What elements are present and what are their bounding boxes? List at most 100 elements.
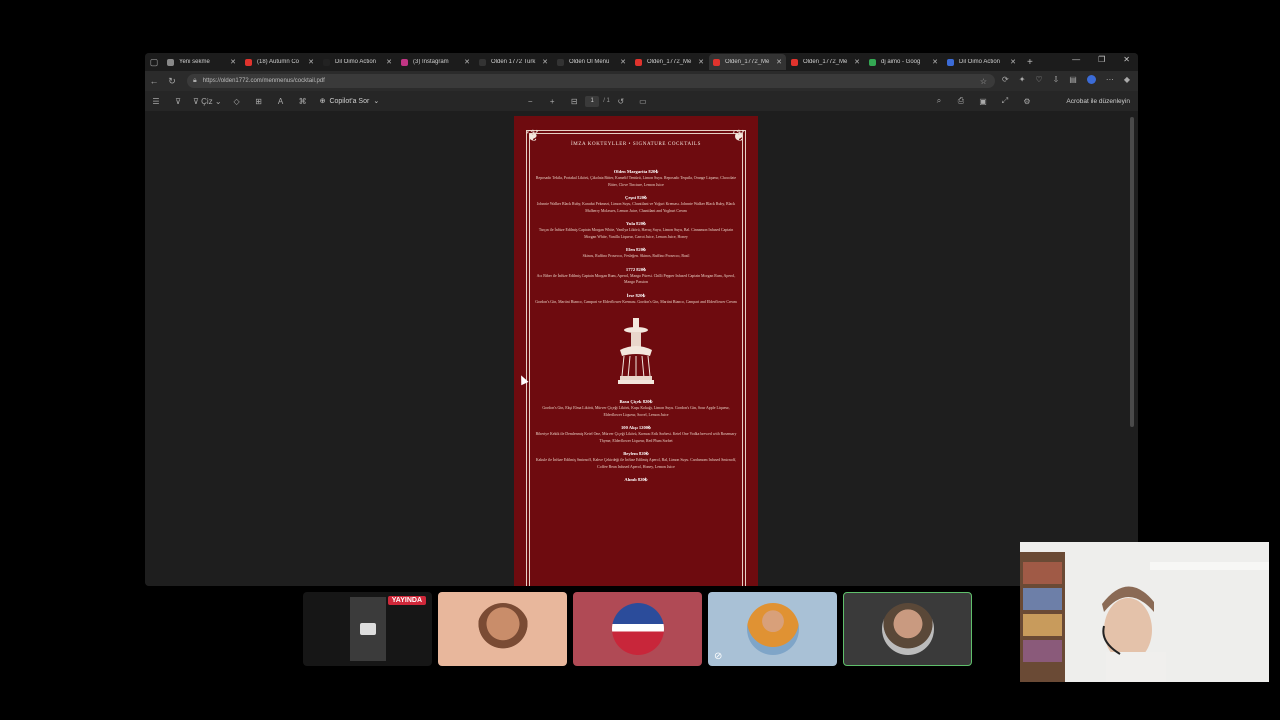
tab-label: Olden Öl Menü (569, 59, 610, 65)
tab-close-icon[interactable]: ✕ (230, 58, 236, 66)
browser-tab[interactable]: (3) Instagram ✕ (397, 54, 474, 70)
fullscreen-icon[interactable]: ⤢ (994, 96, 1016, 106)
pdf-page: ❦ ❦ İMZA KOKTEYLLER • SIGNATURE COCKTAIL… (514, 116, 758, 586)
print-icon[interactable]: ⎙ (950, 96, 972, 106)
tab-close-icon[interactable]: ✕ (620, 58, 626, 66)
erase-icon[interactable]: ◇ (226, 97, 248, 106)
tab-favicon-icon (479, 58, 486, 66)
browser-tab[interactable]: Olden_1772_Me ✕ (631, 54, 708, 70)
tab-close-icon[interactable]: ✕ (542, 58, 548, 66)
tab-close-icon[interactable]: ✕ (464, 58, 470, 66)
vertical-scrollbar[interactable] (1130, 117, 1134, 427)
call-participants: YAYINDA ⊘ (303, 592, 972, 666)
minimize-icon[interactable]: — (1072, 55, 1080, 64)
lock-icon: 🔒︎ (193, 77, 197, 84)
screen-share-tile[interactable]: YAYINDA (303, 592, 432, 666)
url-field[interactable]: 🔒︎ https://olden1772.com/menmenus/cockta… (187, 74, 995, 88)
favorites-icon[interactable]: ♡ (1035, 75, 1042, 84)
tab-close-icon[interactable]: ✕ (776, 58, 782, 66)
fit-page-icon[interactable]: ⊟ (563, 97, 585, 106)
browser-tab[interactable]: Yeni sekme ✕ (163, 54, 240, 70)
page-view-icon[interactable]: ▭ (632, 97, 654, 106)
tab-label: Dil Oimo Action (959, 59, 1001, 65)
read-aloud-icon[interactable]: A (270, 97, 292, 106)
tab-close-icon[interactable]: ✕ (308, 58, 314, 66)
tab-label: dj aimo - Goog (881, 59, 921, 65)
menu-item-description: Gordon's Gin, Martini Bianco, Campari ve… (535, 299, 737, 304)
settings-gear-icon[interactable]: ⚙ (1016, 97, 1038, 106)
menu-item: Yula 820₺ Tarçın ile İnfüze Edilmiş Capta… (534, 221, 738, 240)
tab-favicon-icon (791, 58, 798, 66)
tab-close-icon[interactable]: ✕ (932, 58, 938, 66)
draw-label: Çiz (201, 96, 213, 106)
tab-label: Olden_1772_Me (803, 59, 848, 65)
copilot-button[interactable]: ⊕ Copilot'a Sor ⌄ (319, 97, 380, 106)
search-icon[interactable]: ⌕ (928, 96, 950, 106)
menu-item: Olden Margarita 820₺ Reposado Tekila, Por… (534, 169, 738, 188)
chevron-down-icon: ⌄ (373, 98, 380, 105)
tab-favicon-icon (323, 58, 330, 66)
participant-tile[interactable] (438, 592, 567, 666)
webcam-image (1020, 542, 1269, 682)
refresh-icon[interactable]: ↻ (163, 76, 181, 87)
back-icon[interactable]: ← (145, 76, 163, 86)
tab-close-icon[interactable]: ✕ (1010, 58, 1016, 66)
tab-actions-icon[interactable]: ▢ (145, 53, 163, 71)
participant-tile[interactable]: ⊘ (708, 592, 837, 666)
browser-tab[interactable]: Dil Oimo Action ✕ (319, 54, 396, 70)
browser-tab[interactable]: dj aimo - Goog ✕ (865, 54, 942, 70)
text-icon[interactable]: ⊞ (248, 97, 270, 106)
close-window-icon[interactable]: ✕ (1123, 55, 1130, 64)
copilot-icon[interactable]: ◆ (1124, 75, 1130, 84)
tab-favicon-icon (401, 58, 408, 66)
browser-tab[interactable]: Olden 1772 Turk ✕ (475, 54, 552, 70)
browser-window: ▢ Yeni sekme ✕ (18) Autumn Co ✕ Dil Oimo Act… (145, 53, 1138, 586)
contents-icon[interactable]: ☰ (145, 97, 167, 106)
avatar (476, 603, 529, 655)
tab-close-icon[interactable]: ✕ (698, 58, 704, 66)
collections-icon[interactable]: ▤ (1069, 75, 1077, 84)
page-number-input[interactable]: 1 (585, 95, 600, 107)
acrobat-edit-button[interactable]: Acrobat ile düzenleyin (1066, 98, 1130, 105)
page-total: / 1 (603, 98, 610, 104)
tab-close-icon[interactable]: ✕ (854, 58, 860, 66)
tab-label: (3) Instagram (413, 59, 449, 65)
browser-tab[interactable]: Dil Oimo Action ✕ (943, 54, 1020, 70)
copilot-icon: ⊕ (319, 98, 326, 105)
window-controls: — ❐ ✕ (1072, 55, 1130, 64)
browser-tab[interactable]: (18) Autumn Co ✕ (241, 54, 318, 70)
extension-icon[interactable]: ⟳ (1002, 75, 1009, 84)
rotate-icon[interactable]: ↺ (610, 97, 632, 106)
new-tab-button[interactable]: + (1027, 57, 1033, 68)
pdf-viewer[interactable]: ❦ ❦ İMZA KOKTEYLLER • SIGNATURE COCKTAIL… (145, 111, 1138, 586)
save-icon[interactable]: ▣ (972, 97, 994, 106)
draw-icon[interactable]: ⊽ Çiz ⌄ (189, 97, 226, 106)
tab-bar: ▢ Yeni sekme ✕ (18) Autumn Co ✕ Dil Oimo Act… (145, 53, 1138, 71)
tab-label: Olden 1772 Turk (491, 59, 536, 65)
participant-tile[interactable] (843, 592, 972, 666)
browser-tab[interactable]: Olden_1772_Me ✕ (787, 54, 864, 70)
zoom-out-icon[interactable]: − (519, 97, 541, 106)
extensions-icon[interactable]: ✦ (1019, 75, 1026, 84)
menu-item-description: Tarçın ile İnfüze Edilmiş Captain Morgan… (538, 228, 734, 239)
more-menu-icon[interactable]: ⋯ (1106, 75, 1114, 84)
menu-item-name: Alımlı 820₺ (624, 477, 648, 482)
immersive-reader-icon[interactable]: ⌘ (292, 97, 314, 106)
menu-item: 1772 820₺ Acı Biber ile İnfüze Edilmiş Ca… (534, 267, 738, 286)
downloads-icon[interactable]: ⇩ (1053, 75, 1060, 84)
mic-off-icon: ⊘ (714, 651, 723, 662)
browser-tab[interactable]: Olden Öl Menü ✕ (553, 54, 630, 70)
tab-label: Dil Oimo Action (335, 59, 377, 65)
url-text: https://olden1772.com/menmenus/cocktail.… (202, 78, 325, 84)
browser-tab[interactable]: Olden_1772_Me ✕ (709, 54, 786, 70)
bookmark-star-icon[interactable]: ☆ (980, 77, 987, 86)
screen-share-icon (359, 623, 376, 635)
tab-favicon-icon (947, 58, 954, 66)
zoom-in-icon[interactable]: + (541, 97, 563, 106)
profile-avatar[interactable] (1086, 75, 1096, 84)
filter-icon[interactable]: ⊽ (167, 97, 189, 106)
participant-tile[interactable] (573, 592, 702, 666)
menu-item-description: Acı Biber ile İnfüze Edilmiş Captain Mor… (536, 273, 736, 285)
restore-icon[interactable]: ❐ (1098, 55, 1105, 64)
tab-close-icon[interactable]: ✕ (386, 58, 392, 66)
